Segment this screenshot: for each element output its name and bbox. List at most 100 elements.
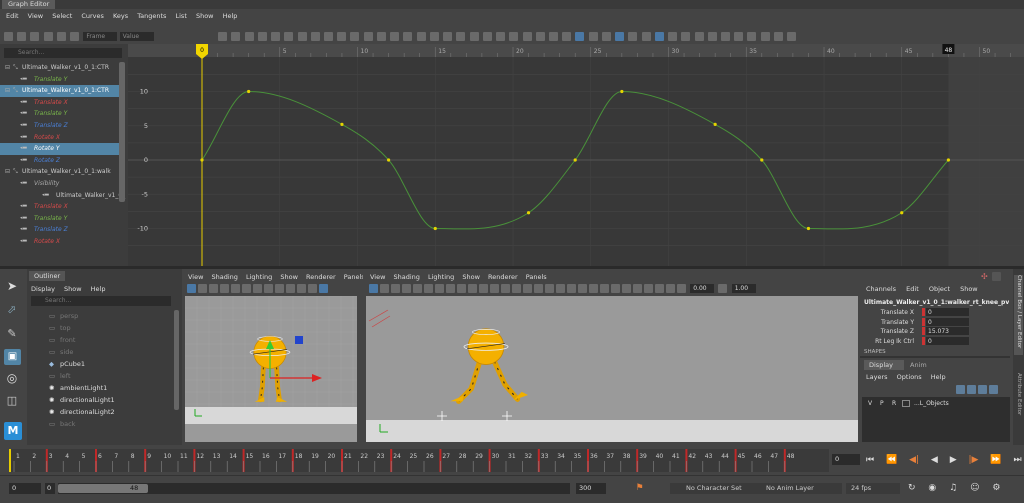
step-back-frame-icon[interactable]: ◀| <box>909 455 919 465</box>
cb-tab-anim[interactable]: Anim <box>906 360 940 370</box>
graph-outliner-row[interactable]: ◂▬ Translate Y <box>0 213 119 225</box>
region-tool-icon[interactable] <box>43 32 53 41</box>
keyframe[interactable] <box>713 122 717 126</box>
vp2-exposure-icon[interactable] <box>677 284 686 293</box>
vp2-gamma-icon[interactable] <box>718 284 728 293</box>
trax-icon[interactable] <box>641 32 651 41</box>
outliner-item[interactable]: ✺ ambientLight1 <box>27 382 173 394</box>
cycle-offset-icon[interactable] <box>562 32 572 41</box>
go-to-end-icon[interactable]: ⏭ <box>1013 455 1021 465</box>
insert-key-tool-icon[interactable] <box>17 32 27 41</box>
layer-menu-options[interactable]: Options <box>897 373 922 381</box>
vp2-smooth-shade-icon[interactable] <box>523 284 532 293</box>
vp2-2d-pan-icon[interactable] <box>413 284 422 293</box>
step-forward-key-icon[interactable]: ⏩ <box>990 455 1001 465</box>
graph-menu-icon[interactable] <box>773 32 783 41</box>
vp2-bookmark-icon[interactable] <box>391 284 400 293</box>
range-start-field[interactable]: 0 <box>9 483 41 494</box>
vp1-grid-icon[interactable] <box>231 284 240 293</box>
scale-tool-icon-shelf[interactable]: ◫ <box>5 394 19 408</box>
dope-sheet-icon[interactable] <box>628 32 638 41</box>
center-current-icon[interactable] <box>257 32 267 41</box>
viewport1-scene[interactable] <box>185 296 357 442</box>
spline-tangent-icon[interactable] <box>284 32 294 41</box>
play-backwards-icon[interactable]: ◀ <box>931 455 938 465</box>
layer-menu-layers[interactable]: Layers <box>866 373 888 381</box>
layer-display-type-toggle[interactable]: R <box>892 399 896 408</box>
options-icon[interactable] <box>787 32 797 41</box>
graph-outliner-search[interactable]: Search... <box>4 48 122 58</box>
paint-tool-icon[interactable]: ✎ <box>5 327 19 341</box>
graph-outliner-scrollbar[interactable] <box>119 62 125 202</box>
euler-filter-icon[interactable] <box>734 32 744 41</box>
channel-value-field[interactable]: 0 <box>926 336 969 345</box>
vp2-film-gate-icon[interactable] <box>446 284 455 293</box>
vp2-default-material-icon[interactable] <box>534 284 543 293</box>
outliner-item[interactable]: ▭ left <box>27 370 173 382</box>
auto-frame-icon[interactable] <box>575 32 585 41</box>
range-end-field[interactable]: 300 <box>576 483 606 494</box>
channel-row[interactable]: Translate X 0 <box>860 308 1024 317</box>
vp2-exposure-field[interactable]: 0.00 <box>690 284 715 293</box>
graph-outliner-row[interactable]: ⊟ ⤡ Ultimate_Walker_v1_0_1:walk <box>0 166 119 178</box>
vp2-antialias-icon[interactable] <box>611 284 620 293</box>
cb-menu-show[interactable]: Show <box>960 285 978 293</box>
vp2-menu-lighting[interactable]: Lighting <box>428 273 454 281</box>
keyframe[interactable] <box>526 211 531 215</box>
ghost-icon[interactable] <box>721 32 731 41</box>
vp2-menu-show[interactable]: Show <box>462 273 480 281</box>
vp2-wireframe-on-shaded-icon[interactable] <box>545 284 554 293</box>
lasso-tool-icon[interactable]: ⬀ <box>5 303 19 317</box>
menu-curves[interactable]: Curves <box>81 12 104 20</box>
expand-icon[interactable]: ⊟ <box>5 166 10 178</box>
keyframe[interactable] <box>200 158 204 162</box>
graph-outliner-row[interactable]: ◂▬ Visibility <box>0 178 119 190</box>
snap-icon[interactable] <box>456 32 466 41</box>
layer-new-selected-icon[interactable] <box>967 385 976 394</box>
layer-new-empty-icon[interactable] <box>956 385 965 394</box>
expand-icon[interactable]: ⊟ <box>5 62 10 74</box>
vp1-lights-icon[interactable] <box>308 284 317 293</box>
stacked-view-icon[interactable] <box>482 32 492 41</box>
layer-move-down-icon[interactable] <box>989 385 998 394</box>
time-ruler[interactable] <box>128 44 1024 57</box>
keyframe[interactable] <box>620 89 624 94</box>
playback-start-field[interactable]: 0 <box>45 483 55 494</box>
select-tool-icon[interactable]: ➤ <box>5 279 19 293</box>
vp2-xray-icon[interactable] <box>644 284 653 293</box>
graph-editor-tab[interactable]: Graph Editor <box>2 0 56 9</box>
layer-color-swatch[interactable] <box>902 400 910 407</box>
scale-tool-icon[interactable] <box>70 32 80 41</box>
graph-outliner-row[interactable]: ⊟ ⤡ Ultimate_Walker_v1_0_1:CTR <box>0 85 119 97</box>
character-icon[interactable]: ☺ <box>970 483 979 493</box>
frame-selection-icon[interactable] <box>231 32 241 41</box>
side-tab-channel-box[interactable]: Channel Box / Layer Editor <box>1014 275 1023 355</box>
sound-icon[interactable]: ♫ <box>949 483 957 493</box>
value-snap-icon[interactable] <box>601 32 611 41</box>
outliner-search[interactable]: Search... <box>31 296 171 306</box>
keyframe[interactable] <box>760 158 764 162</box>
step-forward-frame-icon[interactable]: |▶ <box>969 455 979 465</box>
frame-field[interactable]: Frame <box>83 32 118 41</box>
cb-menu-channels[interactable]: Channels <box>866 285 896 293</box>
timeline[interactable]: 1 2 3 4 5 6 7 8 9 10 11 12 13 14 15 16 17 18 19 20 21 22 23 24 2… <box>0 445 1024 475</box>
current-frame-field[interactable]: 0 <box>832 454 860 465</box>
vp2-backface-icon[interactable] <box>666 284 675 293</box>
time-snap-icon[interactable] <box>588 32 598 41</box>
move-tool-icon[interactable]: ▣ <box>4 349 21 365</box>
menu-view[interactable]: View <box>28 12 43 20</box>
cache-icon[interactable]: ◉ <box>928 483 936 493</box>
graph-outliner-row[interactable]: ⊟ ⤡ Ultimate_Walker_v1_0_1:CTR <box>0 62 119 74</box>
outliner-item[interactable]: ▭ top <box>27 322 173 334</box>
vp2-lights-icon[interactable] <box>567 284 576 293</box>
side-tab-attribute-editor[interactable]: Attribute Editor <box>1014 373 1023 433</box>
layer-row[interactable]: V P R ...L_Objects <box>862 399 1010 408</box>
step-back-key-icon[interactable]: ⏪ <box>886 455 897 465</box>
maya-logo-icon[interactable]: M <box>4 422 22 440</box>
vp2-menu-view[interactable]: View <box>370 273 385 281</box>
flat-tangent-icon[interactable] <box>323 32 333 41</box>
frame-playback-icon[interactable] <box>244 32 254 41</box>
curve-tangents-icon[interactable] <box>681 32 691 41</box>
cb-menu-edit[interactable]: Edit <box>906 285 919 293</box>
key-stats-icon[interactable] <box>668 32 678 41</box>
